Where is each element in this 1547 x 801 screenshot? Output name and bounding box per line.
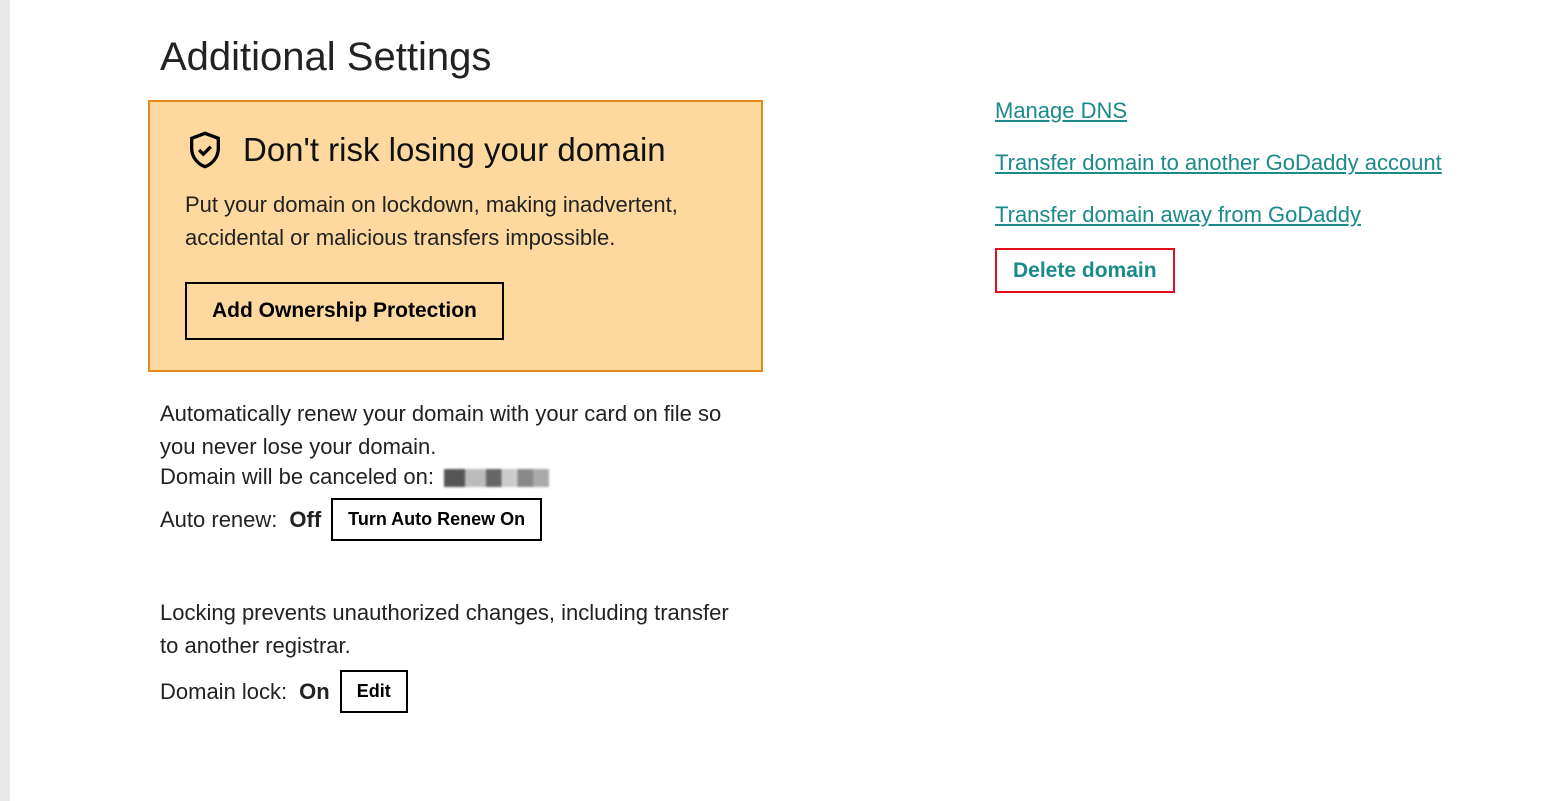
auto-renew-section: Automatically renew your domain with you… <box>160 397 740 541</box>
page-title: Additional Settings <box>160 35 880 80</box>
cancel-date-redacted <box>444 469 549 487</box>
transfer-away-from-godaddy-link[interactable]: Transfer domain away from GoDaddy <box>995 204 1361 226</box>
auto-renew-status: Off <box>289 507 321 533</box>
transfer-to-another-godaddy-link[interactable]: Transfer domain to another GoDaddy accou… <box>995 152 1442 174</box>
ownership-protection-card: Don't risk losing your domain Put your d… <box>148 100 763 372</box>
auto-renew-label: Auto renew: <box>160 507 277 533</box>
ownership-warning-title: Don't risk losing your domain <box>243 131 666 169</box>
domain-lock-description: Locking prevents unauthorized changes, i… <box>160 596 740 662</box>
auto-renew-description: Automatically renew your domain with you… <box>160 397 740 463</box>
domain-lock-section: Locking prevents unauthorized changes, i… <box>160 596 740 713</box>
shield-check-icon <box>185 130 225 170</box>
manage-dns-link[interactable]: Manage DNS <box>995 100 1127 122</box>
delete-domain-button[interactable]: Delete domain <box>1013 259 1157 282</box>
cancel-date-line: Domain will be canceled on: <box>160 464 740 490</box>
turn-auto-renew-on-button[interactable]: Turn Auto Renew On <box>331 498 542 541</box>
ownership-warning-text: Put your domain on lockdown, making inad… <box>185 188 726 254</box>
domain-lock-status: On <box>299 679 330 705</box>
delete-domain-highlight-box: Delete domain <box>995 248 1175 293</box>
add-ownership-protection-button[interactable]: Add Ownership Protection <box>185 282 504 340</box>
domain-lock-label: Domain lock: <box>160 679 287 705</box>
domain-lock-edit-button[interactable]: Edit <box>340 670 408 713</box>
